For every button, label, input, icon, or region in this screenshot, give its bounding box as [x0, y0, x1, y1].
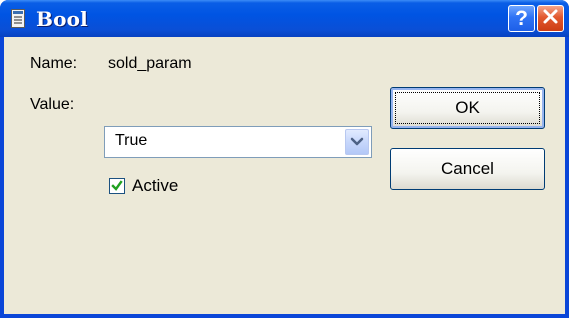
cancel-button-label: Cancel [441, 159, 494, 178]
window-title: Bool [36, 7, 88, 31]
title-bar[interactable]: Bool ? [0, 0, 569, 37]
active-label[interactable]: Active [132, 176, 178, 196]
chevron-down-icon [346, 137, 368, 158]
active-checkbox[interactable] [109, 178, 125, 194]
value-label: Value: [30, 96, 75, 113]
name-value: sold_param [108, 55, 192, 72]
bool-dialog-window: Bool ? Name: sold_param Value: True Acti… [0, 0, 569, 318]
close-button[interactable] [537, 5, 564, 32]
help-button[interactable]: ? [508, 5, 535, 32]
cancel-button[interactable]: Cancel [390, 148, 545, 190]
value-select-dropdown-button[interactable] [345, 129, 369, 155]
ok-button-label: OK [455, 98, 480, 117]
help-icon: ? [515, 6, 528, 30]
ok-button[interactable]: OK [390, 87, 545, 129]
close-icon [542, 8, 559, 30]
value-select[interactable]: True [104, 126, 372, 158]
value-select-text: True [115, 132, 148, 149]
name-label: Name: [30, 55, 78, 72]
document-icon [11, 9, 25, 28]
